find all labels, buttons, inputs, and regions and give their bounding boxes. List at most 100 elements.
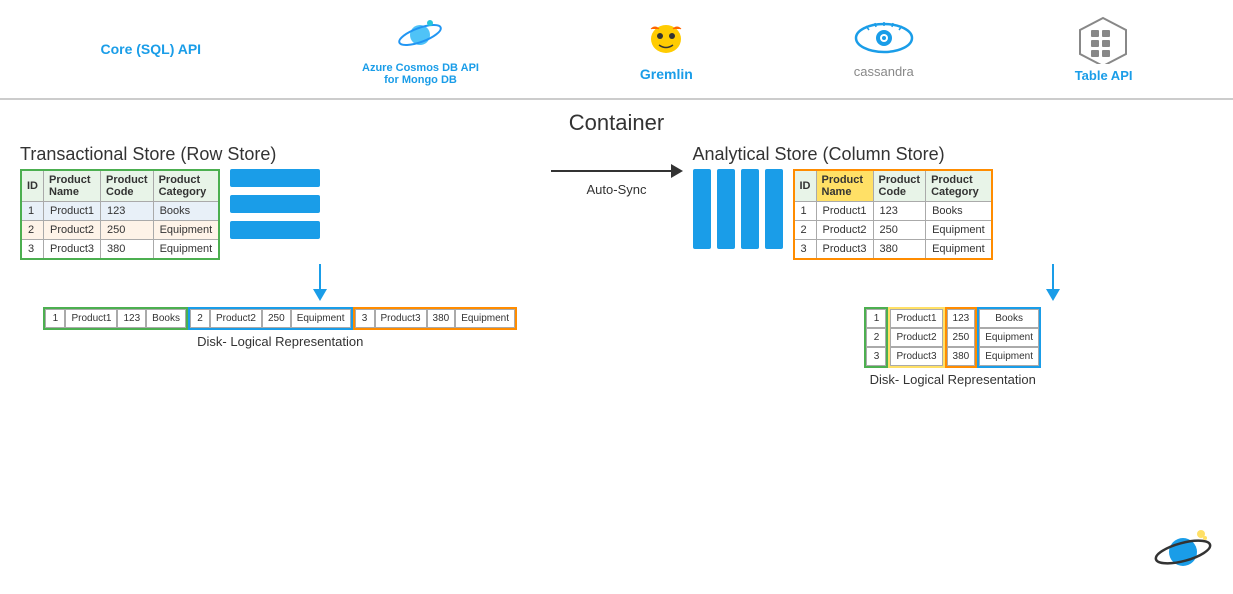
disk-col-cat: Books Equipment Equipment bbox=[977, 307, 1041, 368]
auto-sync-arrow bbox=[551, 164, 683, 178]
disk-cell: 3 bbox=[355, 309, 375, 328]
cell-id: 1 bbox=[794, 202, 817, 221]
cell-code: 380 bbox=[101, 240, 154, 260]
h-bar-3 bbox=[230, 221, 320, 239]
table-row: 2 Product2 250 Equipment bbox=[21, 221, 219, 240]
nav-cosmos-mongo[interactable]: Azure Cosmos DB APIfor Mongo DB bbox=[362, 13, 479, 86]
cell-cat: Equipment bbox=[926, 240, 992, 260]
cell-cat: Books bbox=[153, 202, 219, 221]
disk-cell: Equipment bbox=[291, 309, 351, 328]
col-header-code: ProductCode bbox=[873, 170, 926, 202]
analytical-title: Analytical Store (Column Store) bbox=[693, 144, 1214, 165]
v-bar-2 bbox=[717, 169, 735, 249]
main-content: Container Transactional Store (Row Store… bbox=[0, 100, 1233, 594]
col-header-code: ProductCode bbox=[101, 170, 154, 202]
cassandra-label: cassandra bbox=[854, 64, 914, 79]
disk-cell: Product3 bbox=[375, 309, 427, 328]
table-row: 1 Product1 123 Books bbox=[794, 202, 992, 221]
cell-name: Product3 bbox=[816, 240, 873, 260]
gremlin-icon bbox=[641, 17, 691, 62]
table-api-icon bbox=[1076, 16, 1131, 64]
disk-cells-row: 1 Product1 123 Books 2 Product2 250 Equi… bbox=[43, 307, 517, 330]
disk-col-name: Product1 Product2 Product3 bbox=[888, 307, 944, 368]
disk-col-store: 1 2 3 Product1 Product2 Product3 123 250 bbox=[693, 307, 1214, 387]
gremlin-label: Gremlin bbox=[640, 66, 693, 82]
down-arrow-right bbox=[1046, 264, 1060, 301]
container-title: Container bbox=[20, 110, 1213, 136]
transactional-title: Transactional Store (Row Store) bbox=[20, 144, 541, 165]
disk-cell: Books bbox=[146, 309, 186, 328]
horizontal-bars bbox=[230, 169, 320, 239]
cell-id: 3 bbox=[794, 240, 817, 260]
analytical-store: Analytical Store (Column Store) ID Produ… bbox=[693, 144, 1214, 387]
disk-group-3: 3 Product3 380 Equipment bbox=[353, 307, 518, 330]
disk-cell: 250 bbox=[262, 309, 291, 328]
h-bar-2 bbox=[230, 195, 320, 213]
cell-code: 250 bbox=[873, 221, 926, 240]
disk-cell: Equipment bbox=[979, 347, 1039, 366]
h-bar-1 bbox=[230, 169, 320, 187]
analytical-store-inner: ID ProductName ProductCode ProductCatego… bbox=[693, 169, 1214, 260]
arrow-head bbox=[671, 164, 683, 178]
disk-cell: Equipment bbox=[979, 328, 1039, 347]
nav-cassandra[interactable]: cassandra bbox=[854, 20, 914, 79]
col-header-id: ID bbox=[794, 170, 817, 202]
disk-cell: Product1 bbox=[890, 309, 942, 328]
disk-cell: 380 bbox=[947, 347, 976, 366]
disk-cell: 250 bbox=[947, 328, 976, 347]
table-api-label: Table API bbox=[1075, 68, 1133, 83]
arrow-line bbox=[551, 170, 671, 172]
disk-row-label-right: Disk- Logical Representation bbox=[870, 372, 1036, 387]
cell-cat: Equipment bbox=[926, 221, 992, 240]
disk-cell: 123 bbox=[117, 309, 146, 328]
nav-table[interactable]: Table API bbox=[1075, 16, 1133, 83]
disk-cell: Equipment bbox=[455, 309, 515, 328]
cell-code: 380 bbox=[873, 240, 926, 260]
disk-cell: Product2 bbox=[890, 328, 942, 347]
nav-core-sql[interactable]: Core (SQL) API bbox=[100, 41, 201, 57]
cell-id: 3 bbox=[21, 240, 44, 260]
disk-cell: 1 bbox=[45, 309, 65, 328]
col-header-id: ID bbox=[21, 170, 44, 202]
disk-cell: Books bbox=[979, 309, 1039, 328]
cosmos-mongo-icon bbox=[395, 13, 445, 58]
disk-col-id: 1 2 3 bbox=[864, 307, 888, 368]
cell-code: 250 bbox=[101, 221, 154, 240]
auto-sync-label: Auto-Sync bbox=[587, 182, 647, 197]
down-arrow-left bbox=[313, 264, 327, 301]
disk-group-1: 1 Product1 123 Books bbox=[43, 307, 188, 330]
v-bar-4 bbox=[765, 169, 783, 249]
col-header-category: ProductCategory bbox=[153, 170, 219, 202]
row-store-table: ID ProductName ProductCode ProductCatego… bbox=[20, 169, 220, 260]
disk-cell: 2 bbox=[190, 309, 210, 328]
cell-code: 123 bbox=[101, 202, 154, 221]
disk-cell: 3 bbox=[866, 347, 886, 366]
auto-sync-section: Auto-Sync bbox=[546, 164, 688, 197]
vertical-bars bbox=[693, 169, 783, 249]
disk-row-store: 1 Product1 123 Books 2 Product2 250 Equi… bbox=[20, 307, 541, 349]
disk-cell: 1 bbox=[866, 309, 886, 328]
cell-name: Product1 bbox=[44, 202, 101, 221]
transactional-store-inner: ID ProductName ProductCode ProductCatego… bbox=[20, 169, 541, 260]
disk-row-label-left: Disk- Logical Representation bbox=[197, 334, 363, 349]
disk-group-2: 2 Product2 250 Equipment bbox=[188, 307, 353, 330]
disk-cell: Product3 bbox=[890, 347, 942, 366]
disk-cell: 380 bbox=[427, 309, 456, 328]
disk-cell: Product2 bbox=[210, 309, 262, 328]
cell-cat: Equipment bbox=[153, 240, 219, 260]
core-sql-label: Core (SQL) API bbox=[100, 41, 201, 57]
cell-id: 2 bbox=[21, 221, 44, 240]
cell-cat: Equipment bbox=[153, 221, 219, 240]
cell-id: 2 bbox=[794, 221, 817, 240]
v-bar-3 bbox=[741, 169, 759, 249]
cell-code: 123 bbox=[873, 202, 926, 221]
cell-id: 1 bbox=[21, 202, 44, 221]
nav-gremlin[interactable]: Gremlin bbox=[640, 17, 693, 82]
cell-name: Product1 bbox=[816, 202, 873, 221]
transactional-store: Transactional Store (Row Store) ID Produ… bbox=[20, 144, 541, 349]
top-navigation: Core (SQL) API Azure Cosmos DB APIfor Mo… bbox=[0, 0, 1233, 100]
disk-cell: 2 bbox=[866, 328, 886, 347]
disk-cells-col: 1 2 3 Product1 Product2 Product3 123 250 bbox=[864, 307, 1041, 368]
disk-col-code: 123 250 380 bbox=[945, 307, 978, 368]
cell-name: Product3 bbox=[44, 240, 101, 260]
